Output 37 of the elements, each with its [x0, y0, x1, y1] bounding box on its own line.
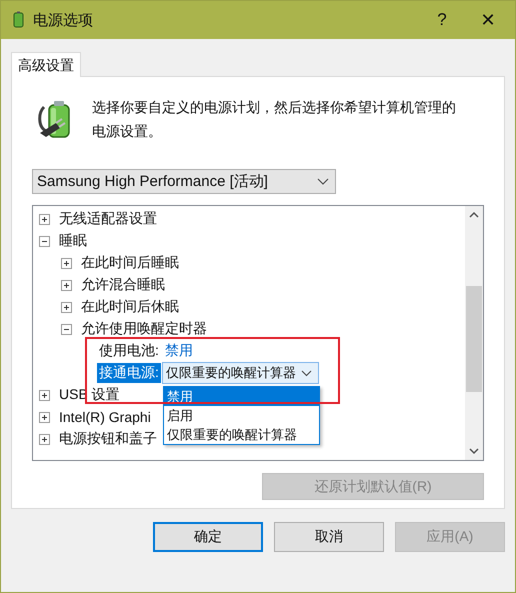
- window-title: 电源选项: [33, 10, 94, 30]
- tree-item[interactable]: 在此时间后睡眠: [81, 254, 179, 272]
- tree-item[interactable]: 睡眠: [59, 232, 87, 250]
- description-text: 选择你要自定义的电源计划，然后选择你希望计算机管理的电源设置。: [92, 98, 457, 141]
- setting-combo-box[interactable]: 仅限重要的唤醒计算器: [162, 362, 319, 384]
- tree-item[interactable]: 无线适配器设置: [59, 210, 157, 228]
- chevron-down-icon: [317, 178, 329, 186]
- setting-label: 接通电源:: [97, 363, 161, 383]
- tree-item[interactable]: 电源按钮和盖子: [59, 430, 157, 448]
- tree-item[interactable]: 在此时间后休眠: [81, 298, 179, 316]
- tree-item[interactable]: 允许使用唤醒定时器: [81, 320, 207, 338]
- scroll-up-icon[interactable]: [469, 211, 479, 218]
- expand-icon[interactable]: [61, 302, 72, 312]
- expand-icon[interactable]: [39, 412, 50, 422]
- collapse-icon[interactable]: [39, 236, 50, 246]
- close-button[interactable]: ✕: [465, 1, 511, 39]
- expand-icon[interactable]: [39, 214, 50, 224]
- expand-icon[interactable]: [39, 434, 50, 444]
- dialog-button[interactable]: 取消: [274, 522, 384, 552]
- chevron-down-icon: [300, 370, 312, 376]
- scroll-down-icon[interactable]: [469, 448, 479, 455]
- setting-label: 使用电池:: [98, 341, 160, 360]
- expand-icon[interactable]: [39, 390, 50, 400]
- dropdown-option[interactable]: 仅限重要的唤醒计算器: [164, 425, 319, 444]
- scrollbar[interactable]: [465, 206, 483, 460]
- tab[interactable]: 高级设置: [11, 52, 81, 77]
- dialog-button[interactable]: 确定: [153, 522, 263, 552]
- expand-icon[interactable]: [61, 258, 72, 268]
- dropdown-option[interactable]: 启用: [164, 406, 319, 425]
- plan-dropdown[interactable]: Samsung High Performance [活动]: [32, 169, 336, 194]
- tree-item[interactable]: Intel(R) Graphi: [59, 409, 151, 425]
- scrollbar-thumb[interactable]: [466, 286, 482, 392]
- expand-icon[interactable]: [61, 280, 72, 290]
- setting-value-link[interactable]: 禁用: [164, 342, 193, 360]
- help-button[interactable]: ?: [419, 1, 465, 39]
- tree-item[interactable]: 允许混合睡眠: [81, 276, 165, 294]
- collapse-icon[interactable]: [61, 324, 72, 334]
